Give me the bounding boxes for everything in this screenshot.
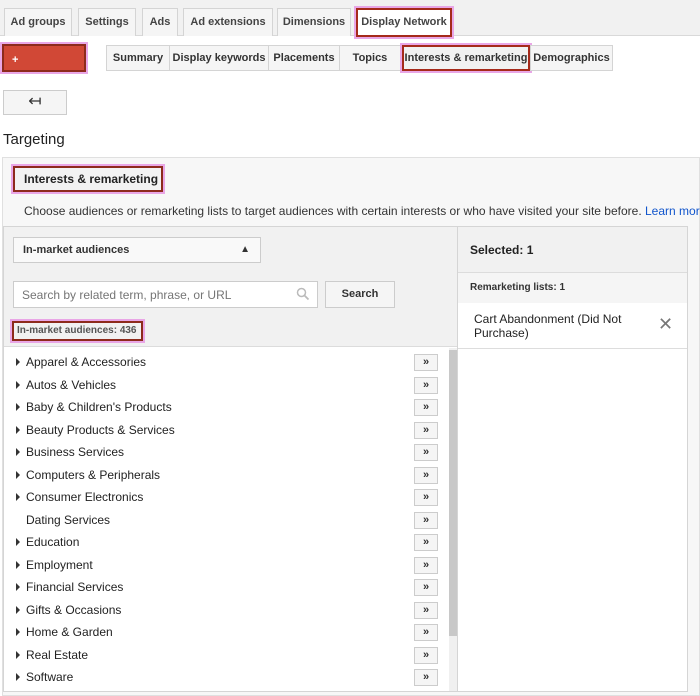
list-item[interactable]: Apparel & Accessories » xyxy=(4,352,447,374)
category-list: Apparel & Accessories » Autos & Vehicles… xyxy=(4,348,447,691)
section-description: Choose audiences or remarketing lists to… xyxy=(24,204,700,218)
add-button[interactable]: » xyxy=(414,444,438,461)
add-button[interactable]: » xyxy=(414,602,438,619)
add-button[interactable]: » xyxy=(414,624,438,641)
expand-arrow-icon[interactable] xyxy=(16,403,20,411)
add-button[interactable]: » xyxy=(414,377,438,394)
category-label: Financial Services xyxy=(26,580,124,594)
back-button[interactable]: ↤ xyxy=(3,90,67,115)
expand-arrow-icon[interactable] xyxy=(16,651,20,659)
audience-type-select[interactable]: In-market audiences ▲ xyxy=(13,237,261,263)
selected-panel: Selected: 1 Remarketing lists: 1 Cart Ab… xyxy=(458,226,688,692)
display-subtabs: + TARGETING Summary Display keywords Pla… xyxy=(0,38,700,94)
category-label: Beauty Products & Services xyxy=(26,423,175,437)
tab-ad-groups[interactable]: Ad groups xyxy=(4,8,72,36)
category-label: Real Estate xyxy=(26,648,89,662)
expand-arrow-icon[interactable] xyxy=(16,538,20,546)
list-item[interactable]: Business Services » xyxy=(4,442,447,464)
section-title: Interests & remarketing xyxy=(13,166,163,192)
category-label: Software xyxy=(26,670,74,684)
audience-browser: In-market audiences ▲ Search In-market a… xyxy=(3,226,458,692)
expand-arrow-icon[interactable] xyxy=(16,426,20,434)
campaign-tabs: Ad groups Settings Ads Ad extensions Dim… xyxy=(0,0,700,37)
list-item[interactable]: Gifts & Occasions » xyxy=(4,600,447,622)
audience-controls: In-market audiences ▲ Search In-market a… xyxy=(4,227,457,347)
add-button[interactable]: » xyxy=(414,647,438,664)
category-label: Computers & Peripherals xyxy=(26,468,161,482)
tab-summary[interactable]: Summary xyxy=(106,45,170,71)
add-button[interactable]: » xyxy=(414,422,438,439)
search-input[interactable] xyxy=(13,281,318,308)
expand-arrow-icon[interactable] xyxy=(16,561,20,569)
list-item[interactable]: Financial Services » xyxy=(4,577,447,599)
expand-arrow-icon[interactable] xyxy=(16,358,20,366)
tab-settings[interactable]: Settings xyxy=(78,8,136,36)
list-item[interactable]: Employment » xyxy=(4,555,447,577)
selected-item: Cart Abandonment (Did Not Purchase) ✕ xyxy=(458,303,687,349)
expand-arrow-icon[interactable] xyxy=(16,448,20,456)
search-icon xyxy=(296,287,310,301)
tab-ads[interactable]: Ads xyxy=(142,8,178,36)
expand-arrow-icon[interactable] xyxy=(16,583,20,591)
expand-arrow-icon[interactable] xyxy=(16,471,20,479)
category-label: Apparel & Accessories xyxy=(26,355,147,369)
list-item[interactable]: Education » xyxy=(4,532,447,554)
list-item[interactable]: Baby & Children's Products » xyxy=(4,397,447,419)
list-item[interactable]: Beauty Products & Services » xyxy=(4,420,447,442)
category-scrollbar[interactable] xyxy=(449,348,457,691)
list-item[interactable]: Software » xyxy=(4,667,447,689)
description-text: Choose audiences or remarketing lists to… xyxy=(24,204,642,218)
tab-display-keywords[interactable]: Display keywords xyxy=(169,45,269,71)
tab-dimensions[interactable]: Dimensions xyxy=(277,8,351,36)
add-button[interactable]: » xyxy=(414,669,438,686)
tab-topics[interactable]: Topics xyxy=(339,45,401,71)
expand-arrow-icon[interactable] xyxy=(16,493,20,501)
selected-count: Selected: 1 xyxy=(458,227,687,273)
remarketing-lists-header: Remarketing lists: 1 xyxy=(458,273,687,303)
category-label: Dating Services xyxy=(26,513,111,527)
category-label: Autos & Vehicles xyxy=(26,378,117,392)
back-arrow-icon: ↤ xyxy=(28,93,42,110)
page-title: Targeting xyxy=(3,131,65,148)
targeting-button[interactable]: + TARGETING xyxy=(2,44,86,94)
category-label: Home & Garden xyxy=(26,625,113,639)
search-button[interactable]: Search xyxy=(325,281,395,308)
list-item[interactable]: Real Estate » xyxy=(4,645,447,667)
selected-item-label: Cart Abandonment (Did Not Purchase) xyxy=(474,312,622,340)
add-button[interactable]: » xyxy=(414,399,438,416)
audience-count-label: In-market audiences: 436 xyxy=(12,321,143,341)
learn-more-link[interactable]: Learn more xyxy=(645,204,700,218)
scrollbar-thumb[interactable] xyxy=(449,350,457,636)
list-item[interactable]: Home & Garden » xyxy=(4,622,447,644)
tab-interests-remarketing[interactable]: Interests & remarketing xyxy=(402,45,530,71)
category-label: Consumer Electronics xyxy=(26,490,144,504)
list-item[interactable]: Consumer Electronics » xyxy=(4,487,447,509)
remove-icon[interactable]: ✕ xyxy=(658,315,673,333)
audience-type-value: In-market audiences xyxy=(23,244,130,256)
add-button[interactable]: » xyxy=(414,512,438,529)
category-label: Education xyxy=(26,535,80,549)
add-button[interactable]: » xyxy=(414,467,438,484)
add-button[interactable]: » xyxy=(414,489,438,506)
category-label: Gifts & Occasions xyxy=(26,603,122,617)
tab-ad-extensions[interactable]: Ad extensions xyxy=(183,8,273,36)
category-label: Employment xyxy=(26,558,93,572)
expand-arrow-icon[interactable] xyxy=(16,628,20,636)
expand-arrow-icon[interactable] xyxy=(16,381,20,389)
list-item[interactable]: Dating Services » xyxy=(4,510,447,532)
expand-arrow-icon[interactable] xyxy=(16,673,20,681)
tab-placements[interactable]: Placements xyxy=(268,45,340,71)
category-label: Business Services xyxy=(26,445,125,459)
select-arrows-icon: ▲ xyxy=(240,244,250,255)
add-button[interactable]: » xyxy=(414,579,438,596)
tab-display-network[interactable]: Display Network xyxy=(356,8,452,37)
add-button[interactable]: » xyxy=(414,354,438,371)
category-label: Baby & Children's Products xyxy=(26,400,172,414)
add-button[interactable]: » xyxy=(414,534,438,551)
tab-demographics[interactable]: Demographics xyxy=(530,45,613,71)
list-item[interactable]: Autos & Vehicles » xyxy=(4,375,447,397)
add-button[interactable]: » xyxy=(414,557,438,574)
list-item[interactable]: Computers & Peripherals » xyxy=(4,465,447,487)
expand-arrow-icon[interactable] xyxy=(16,606,20,614)
